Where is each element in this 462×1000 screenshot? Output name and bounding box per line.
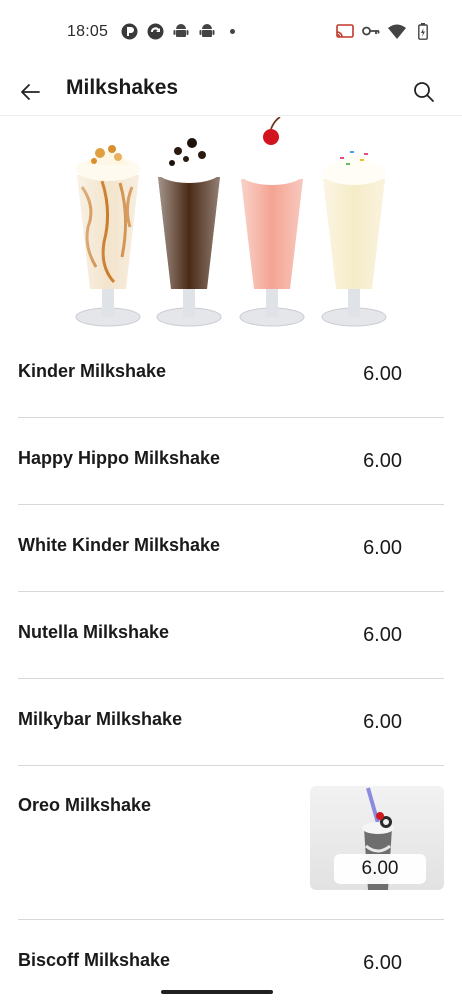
item-price: 6.00 (363, 537, 402, 559)
menu-item-milkybar-milkshake[interactable]: Milkybar Milkshake 6.00 (18, 679, 444, 766)
caramel-milkshake-glass (75, 145, 141, 327)
arrow-left-icon (21, 84, 40, 100)
chocolate-milkshake-glass (156, 138, 222, 327)
android-icon (198, 22, 216, 40)
item-name: Nutella Milkshake (18, 622, 170, 642)
item-price: 6.00 (363, 450, 402, 472)
item-price: 6.00 (363, 363, 402, 385)
key-icon (362, 22, 380, 40)
cast-icon (336, 22, 354, 40)
android-icon (172, 22, 190, 40)
status-time: 18:05 (67, 23, 109, 40)
item-price: 6.00 (363, 711, 402, 733)
item-price: 6.00 (363, 952, 402, 974)
menu-item-biscoff-milkshake[interactable]: Biscoff Milkshake 6.00 (18, 920, 444, 1000)
back-button[interactable] (12, 74, 48, 110)
app-bar: Milkshakes (0, 64, 462, 116)
vanilla-milkshake-glass (321, 151, 387, 327)
gesture-nav-handle[interactable] (161, 990, 273, 994)
item-name: Kinder Milkshake (18, 361, 167, 381)
search-icon (414, 82, 434, 102)
item-thumbnail-image: 6.00 (310, 786, 444, 890)
menu-item-white-kinder-milkshake[interactable]: White Kinder Milkshake 6.00 (18, 505, 444, 592)
app-circle-icon (120, 22, 138, 40)
more-notifications-dot (230, 28, 235, 34)
item-name: Oreo Milkshake (18, 795, 152, 815)
menu-item-kinder-milkshake[interactable]: Kinder Milkshake 6.00 (18, 335, 444, 418)
item-name: White Kinder Milkshake (18, 535, 221, 555)
status-system-icons (336, 22, 432, 40)
search-button[interactable] (406, 74, 442, 110)
item-name: Happy Hippo Milkshake (18, 448, 221, 468)
menu-item-happy-hippo-milkshake[interactable]: Happy Hippo Milkshake 6.00 (18, 418, 444, 505)
wifi-icon (388, 22, 406, 40)
status-bar: 18:05 (0, 0, 462, 64)
menu-item-oreo-milkshake[interactable]: Oreo Milkshake 6.00 (18, 766, 444, 920)
status-notification-icons (120, 22, 235, 40)
page-title: Milkshakes (66, 76, 179, 99)
menu-list: Kinder Milkshake 6.00 Happy Hippo Milksh… (0, 335, 462, 1000)
battery-icon (414, 22, 432, 40)
category-hero-image (0, 116, 462, 335)
item-name: Milkybar Milkshake (18, 709, 183, 729)
menu-item-nutella-milkshake[interactable]: Nutella Milkshake 6.00 (18, 592, 444, 679)
strawberry-milkshake-glass (239, 116, 305, 327)
item-price: 6.00 (334, 854, 426, 884)
item-price: 6.00 (363, 624, 402, 646)
item-name: Biscoff Milkshake (18, 950, 171, 970)
sync-icon (146, 22, 164, 40)
